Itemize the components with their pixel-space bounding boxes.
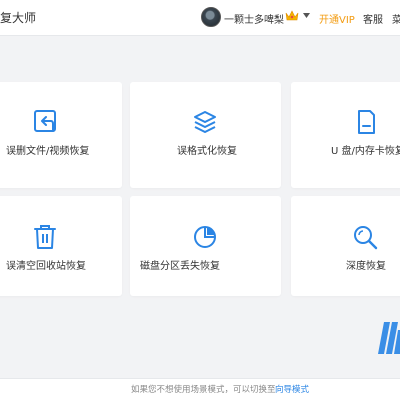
layers-icon <box>194 111 216 133</box>
crown-icon <box>285 10 299 21</box>
search-icon <box>354 226 378 250</box>
username[interactable]: 一颗士多啤梨 <box>224 11 284 26</box>
card-deep-recovery[interactable]: 深度恢复 <box>291 196 400 296</box>
card-deleted-file-recovery[interactable]: 误删文件/视频恢复 <box>0 82 122 188</box>
card-label: U 盘/内存卡恢复 <box>331 146 400 157</box>
customer-service-link[interactable]: 客服 <box>363 11 383 26</box>
pie-chart-icon <box>194 226 216 248</box>
decorative-stripes <box>378 322 400 354</box>
card-label: 磁盘分区丢失恢复 <box>140 261 220 272</box>
card-label: 深度恢复 <box>346 261 386 272</box>
user-avatar[interactable] <box>201 7 221 27</box>
card-format-recovery[interactable]: 误格式化恢复 <box>130 82 281 188</box>
top-bar: 复大师 一颗士多啤梨 开通VIP 客服 菜 <box>0 0 400 36</box>
chevron-down-icon[interactable] <box>303 13 310 18</box>
card-label: 误清空回收站恢复 <box>6 261 86 272</box>
app-title: 复大师 <box>0 11 37 25</box>
card-label: 误格式化恢复 <box>177 146 237 157</box>
menu-link[interactable]: 菜 <box>392 11 400 26</box>
card-recycle-bin-recovery[interactable]: 误清空回收站恢复 <box>0 196 122 296</box>
footer-text: 如果您不想使用场景模式，可以切换至 <box>131 385 276 395</box>
card-partition-recovery[interactable]: 磁盘分区丢失恢复 <box>130 196 281 296</box>
file-restore-icon <box>34 110 56 132</box>
footer-bar: 如果您不想使用场景模式，可以切换至 向导模式 <box>0 378 400 400</box>
sd-card-icon <box>358 110 375 134</box>
open-vip-link[interactable]: 开通VIP <box>319 11 355 26</box>
card-usb-sd-recovery[interactable]: U 盘/内存卡恢复 <box>291 82 400 188</box>
trash-icon <box>34 225 56 249</box>
card-label: 误删文件/视频恢复 <box>6 146 90 157</box>
guide-mode-link[interactable]: 向导模式 <box>275 383 309 395</box>
